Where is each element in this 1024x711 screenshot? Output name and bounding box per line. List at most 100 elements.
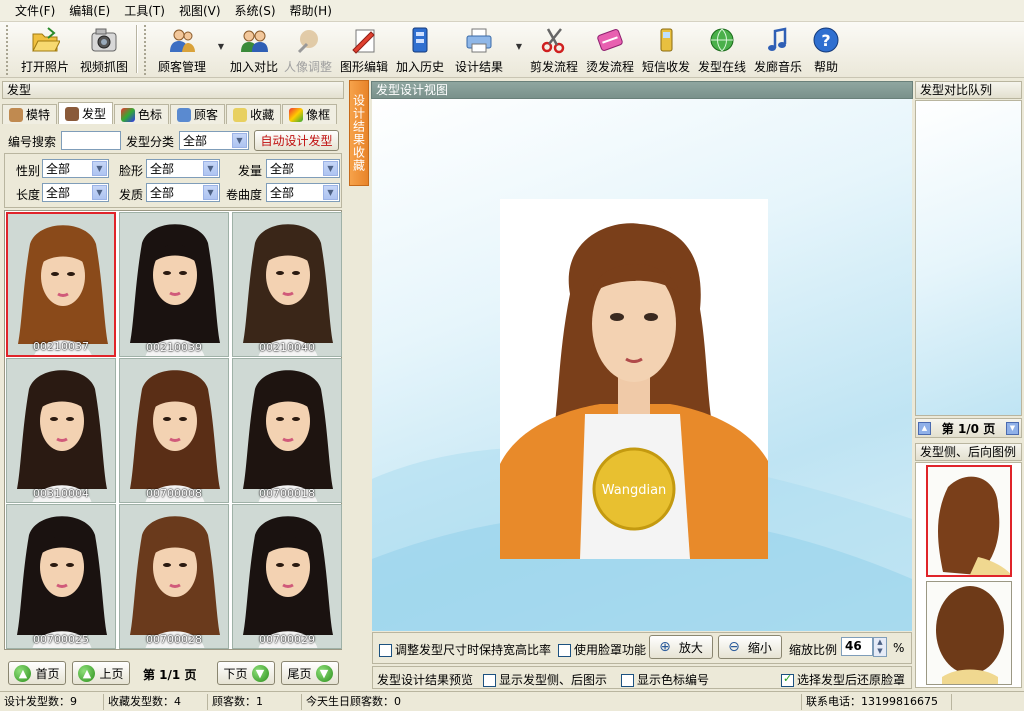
tab-hairstyles[interactable]: 发型 — [58, 102, 114, 124]
next-page-button[interactable]: 下页 ▼ — [217, 661, 275, 685]
design-view-title: 发型设计视图 — [371, 81, 913, 99]
thumbnail-code: 00310004 — [33, 487, 89, 500]
graphic-edit-icon — [348, 25, 380, 55]
restore-mask-option[interactable]: 选择发型后还原脸罩 — [781, 671, 905, 688]
design-favorites-tab[interactable]: 设计结果收藏 — [349, 80, 369, 186]
queue-next-button[interactable]: ▼ — [1005, 421, 1019, 435]
arrow-down-icon: ▼ — [315, 664, 333, 682]
perm-icon — [594, 25, 626, 55]
toolbar-grip-2[interactable] — [144, 25, 148, 75]
face-mask-checkbox[interactable] — [558, 644, 571, 657]
add-compare-button[interactable]: 加入对比 — [228, 22, 280, 76]
toolbar-grip[interactable] — [6, 25, 10, 75]
menu-bar: 文件(F) 编辑(E) 工具(T) 视图(V) 系统(S) 帮助(H) — [0, 0, 1024, 22]
tab-favorites[interactable]: 收藏 — [226, 104, 282, 124]
thumbnail-code: 00700029 — [259, 633, 315, 646]
folder-open-icon — [29, 25, 61, 55]
last-page-button[interactable]: 尾页 ▼ — [281, 661, 339, 685]
graphic-edit-button[interactable]: 图形编辑 — [336, 22, 392, 76]
category-select[interactable]: 全部 ▼ — [179, 131, 249, 150]
gender-select[interactable]: 全部 ▼ — [42, 159, 109, 178]
show-color-option[interactable]: 显示色标编号 — [621, 671, 709, 688]
keep-ratio-option[interactable]: 调整发型尺寸时保持宽高比率 — [379, 641, 551, 658]
hairstyle-image — [17, 516, 107, 648]
menu-file[interactable]: 文件(F) — [8, 1, 62, 21]
customer-manage-button[interactable]: 顾客管理 ▼ — [152, 22, 224, 76]
design-canvas[interactable]: Wangdian — [372, 99, 912, 631]
hairstyle-thumbnail[interactable]: 00310004 — [6, 358, 116, 503]
curl-select[interactable]: 全部 ▼ — [266, 183, 340, 202]
zoom-in-button[interactable]: ⊕ 放大 — [649, 635, 713, 659]
open-photo-button[interactable]: 打开照片 — [14, 22, 76, 76]
menu-help[interactable]: 帮助(H) — [283, 1, 339, 21]
hairstyle-thumbnail[interactable]: 00210040 — [232, 212, 342, 357]
sms-button[interactable]: 短信收发 — [638, 22, 694, 76]
zoom-spinner[interactable]: ▲ ▼ — [873, 637, 887, 657]
chevron-down-icon[interactable]: ▼ — [218, 42, 224, 51]
length-select[interactable]: 全部 ▼ — [42, 183, 109, 202]
hairstyle-thumbnail[interactable]: 00700018 — [232, 358, 342, 503]
chevron-down-icon: ▼ — [203, 161, 218, 176]
portrait-photo[interactable]: Wangdian — [500, 199, 768, 559]
scissors-icon — [538, 25, 570, 55]
salon-music-button[interactable]: 发廊音乐 — [750, 22, 806, 76]
tab-color-chart[interactable]: 色标 — [114, 104, 170, 124]
hair-online-button[interactable]: 发型在线 — [694, 22, 750, 76]
portrait-adjust-button[interactable]: 人像调整 — [280, 22, 336, 76]
face-shape-select[interactable]: 全部 ▼ — [146, 159, 220, 178]
menu-edit[interactable]: 编辑(E) — [62, 1, 117, 21]
face-mask-option[interactable]: 使用脸罩功能 — [558, 641, 646, 658]
tab-models[interactable]: 模特 — [2, 104, 58, 124]
perm-process-button[interactable]: 烫发流程 — [582, 22, 638, 76]
globe-icon — [706, 25, 738, 55]
show-color-checkbox[interactable] — [621, 674, 634, 687]
add-history-button[interactable]: 加入历史 — [392, 22, 448, 76]
video-capture-button[interactable]: 视频抓图 — [76, 22, 132, 76]
phone-icon — [650, 25, 682, 55]
restore-mask-checkbox[interactable] — [781, 672, 794, 687]
zoom-scale-input[interactable]: 46 — [841, 637, 873, 656]
face-shape-label: 脸形 — [119, 164, 144, 178]
back-view-thumb[interactable] — [926, 581, 1012, 685]
cut-process-button[interactable]: 剪发流程 — [526, 22, 582, 76]
hairstyle-thumbnail[interactable]: 00210037 — [6, 212, 116, 357]
design-result-button[interactable]: 设计结果 ▼ — [448, 22, 522, 76]
design-count: 设计发型数：9 — [0, 693, 104, 710]
preview-label: 发型设计结果预览 — [377, 673, 474, 687]
show-side-checkbox[interactable] — [483, 674, 496, 687]
hairstyle-image — [130, 224, 220, 356]
show-side-option[interactable]: 显示发型侧、后图示 — [483, 671, 607, 688]
prev-page-button[interactable]: ▲ 上页 — [72, 661, 130, 685]
shirt-text: Wangdian — [602, 483, 667, 498]
hairstyle-thumbnail[interactable]: 00700008 — [119, 358, 229, 503]
thumbnail-code: 00700025 — [33, 633, 89, 646]
face-mask-label: 使用脸罩功能 — [574, 643, 647, 657]
compare-queue-pager: ▲ 第 1/0 页 ▼ — [915, 418, 1022, 438]
perm-process-label: 烫发流程 — [585, 60, 634, 74]
hairstyle-thumbnail[interactable]: 00700029 — [232, 504, 342, 649]
auto-design-button[interactable]: 自动设计发型 — [254, 130, 339, 151]
first-page-button[interactable]: ▲ 首页 — [8, 661, 66, 685]
tab-frames[interactable]: 像框 — [282, 104, 338, 124]
keep-ratio-checkbox[interactable] — [379, 644, 392, 657]
tab-customers[interactable]: 顾客 — [170, 104, 226, 124]
chevron-down-icon[interactable]: ▼ — [516, 42, 522, 51]
hairstyle-thumbnail[interactable]: 00700025 — [6, 504, 116, 649]
zoom-out-button[interactable]: ⊖ 缩小 — [718, 635, 782, 659]
volume-select[interactable]: 全部 ▼ — [266, 159, 340, 178]
menu-view[interactable]: 视图(V) — [172, 1, 228, 21]
hairstyle-thumbnail[interactable]: 00210039 — [119, 212, 229, 357]
number-search-input[interactable] — [61, 131, 121, 150]
compare-queue-area[interactable] — [915, 100, 1022, 416]
side-view-thumb[interactable] — [926, 465, 1012, 577]
search-label: 编号搜索 — [8, 135, 57, 149]
hairstyle-thumbnail[interactable]: 00700028 — [119, 504, 229, 649]
length-label: 长度 — [16, 188, 41, 202]
portrait-adjust-label: 人像调整 — [283, 60, 332, 74]
texture-select[interactable]: 全部 ▼ — [146, 183, 220, 202]
zoom-out-label: 缩小 — [747, 640, 772, 655]
queue-prev-button[interactable]: ▲ — [918, 421, 931, 435]
menu-system[interactable]: 系统(S) — [228, 1, 283, 21]
menu-tools[interactable]: 工具(T) — [117, 1, 172, 21]
help-button[interactable]: ? 帮助 — [806, 22, 846, 76]
